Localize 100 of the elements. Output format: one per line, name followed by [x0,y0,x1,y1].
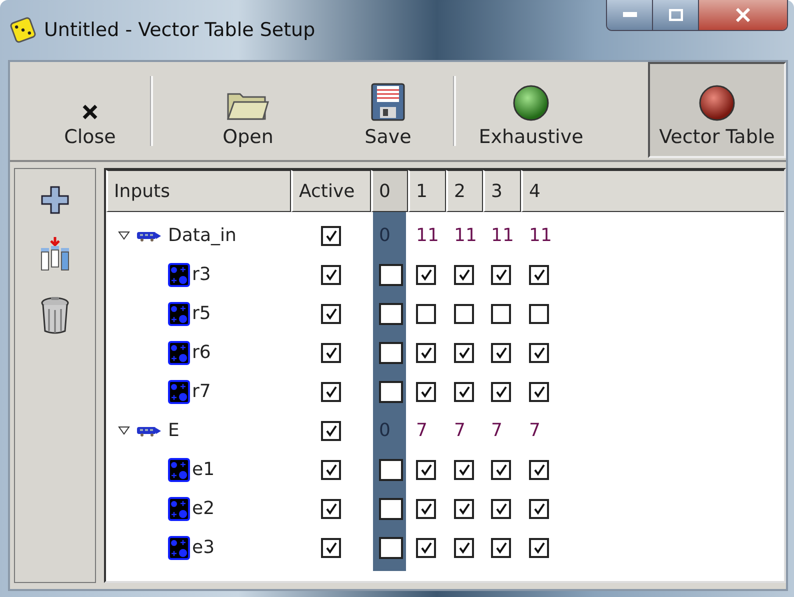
signal-name: r6 [192,342,211,363]
minimize-icon [622,12,636,18]
active-checkbox[interactable] [321,264,341,284]
bit-checkbox[interactable] [379,342,403,364]
exhaustive-tool-button[interactable]: Exhaustive [466,62,596,158]
checkmark-icon [494,268,508,282]
save-tool-button[interactable]: Save [323,62,453,158]
open-tool-button[interactable]: Open [173,62,323,158]
close-button[interactable] [699,0,787,30]
bit-checkbox[interactable] [379,264,403,286]
checkmark-icon [532,502,546,516]
bit-checkbox[interactable] [491,304,511,324]
bit-checkbox[interactable] [379,380,403,402]
active-checkbox[interactable] [321,226,341,246]
checkmark-icon [324,346,338,360]
trash-can-icon[interactable] [39,295,71,335]
checkmark-icon [419,462,433,476]
bit-checkbox[interactable] [454,460,474,480]
checkmark-icon [494,502,508,516]
bit-checkbox[interactable] [491,342,511,362]
maximize-button[interactable] [653,0,699,30]
group-value: 7 [529,420,540,441]
signal-name: r7 [192,381,211,402]
checkmark-icon [532,384,546,398]
signal-name: e1 [192,459,215,480]
active-checkbox[interactable] [321,460,341,480]
expanded-arrow-icon[interactable] [118,230,130,240]
group-value: 7 [416,420,428,441]
column-header[interactable]: 1 [408,170,446,212]
signal-icon [168,458,190,482]
group-value: 11 [529,225,552,246]
expanded-arrow-icon[interactable] [118,426,130,436]
bit-checkbox[interactable] [529,264,549,284]
checkmark-icon [532,346,546,360]
checkmark-icon [457,346,471,360]
bit-checkbox[interactable] [454,382,474,402]
bit-checkbox[interactable] [416,460,436,480]
bit-checkbox[interactable] [416,382,436,402]
bit-checkbox[interactable] [379,498,403,520]
close-tool-button[interactable]: Close [30,62,150,158]
signal-name: e3 [192,537,215,558]
bit-checkbox[interactable] [379,458,403,480]
checkmark-icon [324,228,338,242]
bit-checkbox[interactable] [529,460,549,480]
active-checkbox[interactable] [321,382,341,402]
bit-checkbox[interactable] [491,382,511,402]
bit-checkbox[interactable] [491,538,511,558]
group-value: 0 [379,420,390,441]
bit-checkbox[interactable] [416,498,436,518]
group-value: 11 [416,225,439,246]
bit-checkbox[interactable] [529,342,549,362]
group-name: E [168,420,180,441]
checkmark-icon [419,384,433,398]
active-checkbox[interactable] [321,538,341,558]
bit-checkbox[interactable] [529,304,549,324]
add-icon[interactable] [40,185,70,215]
bit-checkbox[interactable] [529,382,549,402]
bit-checkbox[interactable] [454,342,474,362]
bit-checkbox[interactable] [491,264,511,284]
checkmark-icon [532,268,546,282]
signal-icon [168,340,190,364]
column-header[interactable]: Active [291,170,371,212]
column-header[interactable]: Inputs [106,170,291,212]
column-header[interactable]: 4 [521,170,784,212]
column-header[interactable]: 3 [483,170,521,212]
insert-column-icon[interactable] [39,237,71,273]
bit-checkbox[interactable] [416,538,436,558]
signal-name: e2 [192,498,215,519]
group-value: 0 [379,225,390,246]
active-checkbox[interactable] [321,498,341,518]
bit-checkbox[interactable] [454,264,474,284]
active-checkbox[interactable] [321,420,341,440]
sphere-icon [698,84,736,122]
bit-checkbox[interactable] [379,536,403,558]
maximize-icon [668,9,682,21]
checkmark-icon [324,502,338,516]
bus-icon [136,230,162,242]
bit-checkbox[interactable] [416,264,436,284]
close-icon [80,102,100,122]
vector-tool-button[interactable]: Vector Table [648,62,786,158]
bit-checkbox[interactable] [454,498,474,518]
bit-checkbox[interactable] [491,460,511,480]
checkmark-icon [494,540,508,554]
active-checkbox[interactable] [321,342,341,362]
bit-checkbox[interactable] [491,498,511,518]
group-value: 11 [491,225,514,246]
column-header[interactable]: 2 [446,170,483,212]
checkmark-icon [457,540,471,554]
signal-icon [168,302,190,326]
column-header[interactable]: 0 [371,170,408,212]
bit-checkbox[interactable] [529,498,549,518]
bit-checkbox[interactable] [529,538,549,558]
signal-name: r5 [192,303,211,324]
bit-checkbox[interactable] [379,302,403,324]
active-checkbox[interactable] [321,304,341,324]
bit-checkbox[interactable] [454,538,474,558]
minimize-button[interactable] [607,0,653,30]
bit-checkbox[interactable] [454,304,474,324]
bit-checkbox[interactable] [416,304,436,324]
bit-checkbox[interactable] [416,342,436,362]
